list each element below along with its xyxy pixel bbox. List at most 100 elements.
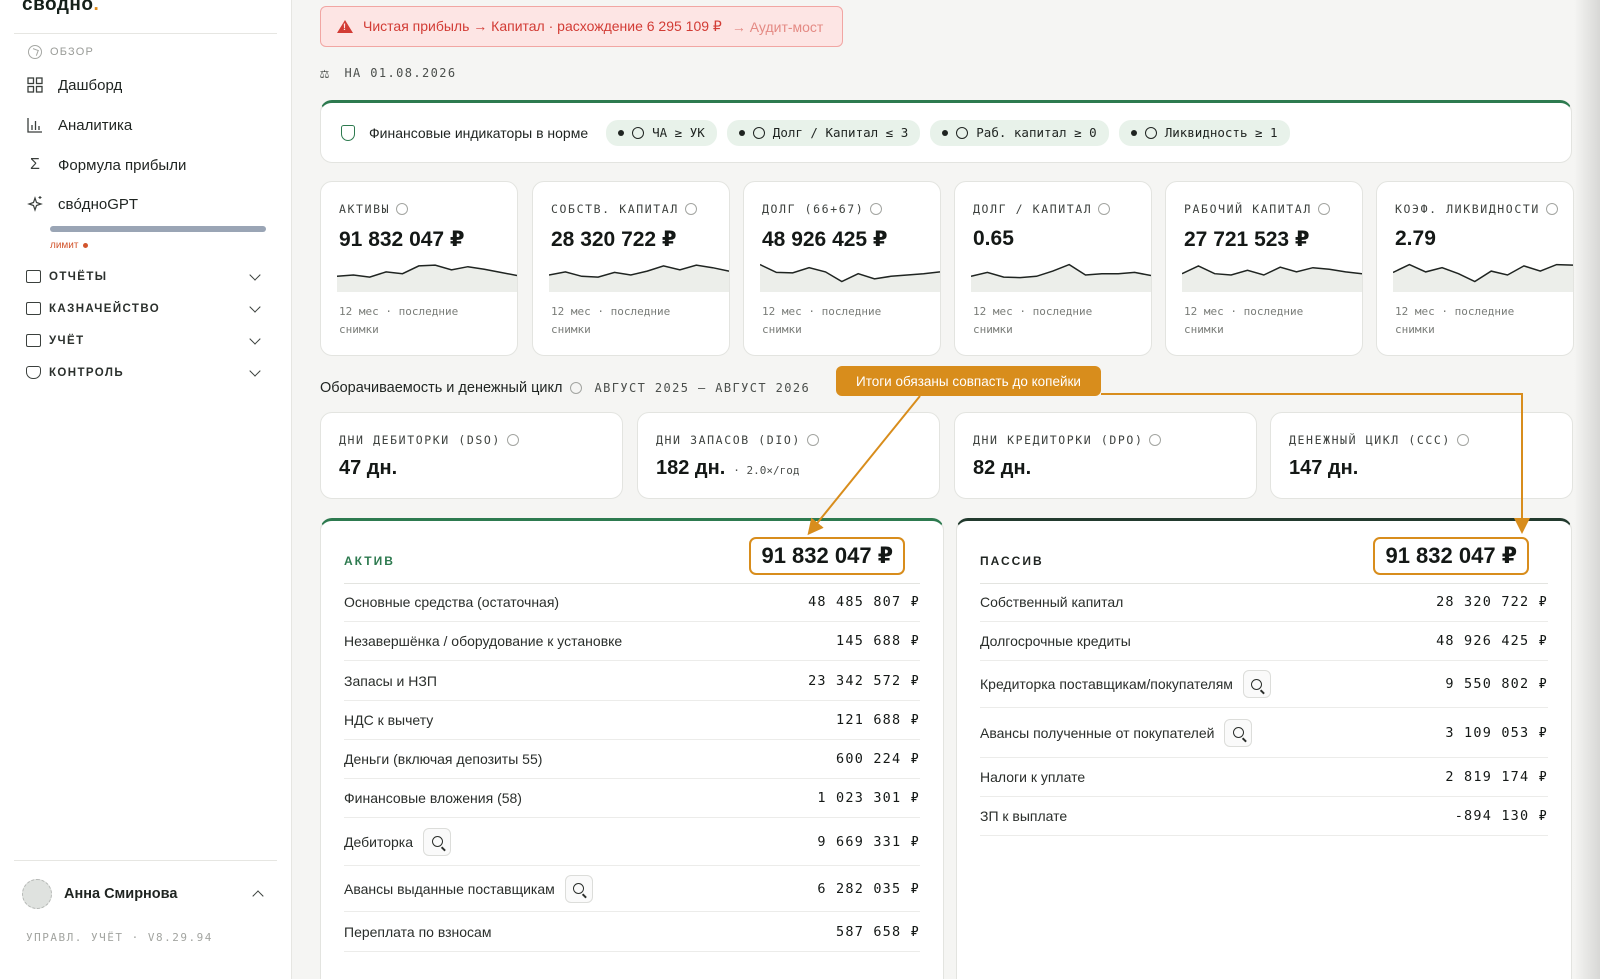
drilldown-search-icon[interactable] [1242, 670, 1271, 698]
kpi-value: 2.79 [1395, 227, 1436, 250]
cycle-card-dio: ДНИ ЗАПАСОВ (DIO) 182 дн. · 2.0×/год [637, 412, 940, 499]
shield-check-icon [26, 366, 41, 379]
balance-row: Основные средства (остаточная) 48 485 807… [344, 583, 920, 622]
info-icon[interactable] [396, 203, 409, 215]
chevron-down-icon [249, 268, 261, 281]
cycle-value: 47 дн. [339, 457, 398, 479]
cycle-label: ДНИ ДЕБИТОРКИ (DSO) [339, 433, 501, 447]
row-value: -894 130 ₽ [1454, 808, 1548, 824]
sidebar-item-dashboard[interactable]: Дашборд [26, 76, 122, 94]
balance-row: Переплата по взносам 587 658 ₽ [344, 912, 920, 952]
sidebar-item-analytics[interactable]: Аналитика [26, 116, 132, 134]
cycle-label: ДНИ КРЕДИТОРКИ (DPO) [973, 433, 1144, 447]
chevron-down-icon [249, 332, 261, 345]
nav-group-label: УЧЁТ [49, 334, 85, 347]
row-value: 1 023 301 ₽ [817, 790, 920, 806]
nav-group-accounting[interactable]: УЧЁТ [26, 332, 263, 347]
section-period: АВГУСТ 2025 – АВГУСТ 2026 [594, 381, 811, 395]
kpi-value: 27 721 523 ₽ [1184, 228, 1310, 251]
bar-chart-icon [26, 116, 44, 134]
info-icon[interactable] [870, 203, 883, 215]
row-label: Авансы выданные поставщикам [344, 880, 555, 897]
balance-row: Авансы полученные от покупателей 3 109 05… [980, 708, 1548, 758]
drilldown-search-icon[interactable] [564, 874, 593, 903]
row-value: 48 485 807 ₽ [808, 594, 920, 610]
nav-group-label: КАЗНАЧЕЙСТВО [49, 302, 161, 315]
indicator-pill: Долг / Капитал ≤ 3 [726, 119, 921, 146]
info-icon[interactable] [806, 434, 819, 446]
info-icon[interactable] [684, 203, 697, 215]
info-icon[interactable] [1545, 203, 1558, 215]
kpi-sparkline [549, 264, 729, 292]
app-version: УПРАВЛ. УЧЁТ · V8.29.94 [26, 931, 213, 944]
sidebar-item-profit-formula[interactable]: Σ Формула прибыли [26, 156, 186, 174]
balance-row: Финансовые вложения (58) 1 023 301 ₽ [344, 779, 920, 818]
row-label: Финансовые вложения (58) [344, 790, 522, 806]
info-icon[interactable] [1149, 434, 1162, 446]
reconciliation-alert[interactable]: Чистая прибыль → Капитал · расхождение 6… [320, 6, 843, 47]
row-value: 587 658 ₽ [836, 923, 920, 940]
status-dot-icon [1130, 129, 1137, 136]
drilldown-search-icon[interactable] [423, 827, 451, 856]
assets-total: 91 832 047 ₽ [749, 537, 905, 575]
kpi-card[interactable]: ДОЛГ / КАПИТАЛ 0.65 12 мес · последние сни… [954, 181, 1152, 356]
liabilities-total: 91 832 047 ₽ [1373, 537, 1529, 575]
nav-group-control[interactable]: КОНТРОЛЬ [26, 364, 263, 379]
liabilities-panel: ПАССИВ 91 832 047 ₽ Собственный капитал 2… [956, 518, 1572, 979]
kpi-card[interactable]: ДОЛГ (66+67) 48 926 425 ₽ 12 мес · последн… [743, 181, 941, 356]
user-menu[interactable]: Анна Смирнова [22, 879, 266, 909]
nav-group-label: КОНТРОЛЬ [49, 366, 125, 379]
alert-text: Чистая прибыль → Капитал · расхождение 6… [363, 18, 722, 34]
kpi-card[interactable]: РАБОЧИЙ КАПИТАЛ 27 721 523 ₽ 12 мес · посл… [1165, 181, 1363, 356]
info-icon[interactable] [1317, 203, 1330, 215]
cycle-value: 147 дн. [1289, 457, 1359, 479]
balance-row: Налоги к уплате 2 819 174 ₽ [980, 758, 1548, 797]
sparkline-area [549, 265, 729, 292]
kpi-card[interactable]: АКТИВЫ 91 832 047 ₽ 12 мес · последние сни… [320, 181, 518, 356]
indicator-pill: ЧА ≥ УК [606, 119, 717, 146]
app-logo[interactable]: сводно. [22, 0, 99, 16]
drilldown-search-icon[interactable] [1224, 718, 1253, 747]
row-value: 121 688 ₽ [836, 712, 920, 728]
kpi-note: 12 мес · последние снимки [551, 305, 671, 336]
shield-check-icon [341, 124, 355, 141]
kpi-label: РАБОЧИЙ КАПИТАЛ [1184, 202, 1312, 216]
sidebar-item-label: Аналитика [58, 116, 133, 134]
nav-group-treasury[interactable]: КАЗНАЧЕЙСТВО [26, 300, 263, 315]
indicators-status-card: Финансовые индикаторы в норме ЧА ≥ УК До… [320, 100, 1572, 163]
as-of-label: НА 01.08.2026 [344, 66, 457, 80]
kpi-card[interactable]: СОБСТВ. КАПИТАЛ 28 320 722 ₽ 12 мес · посл… [532, 181, 730, 356]
kpi-value: 28 320 722 ₽ [551, 228, 677, 251]
row-value: 145 688 ₽ [836, 633, 920, 649]
assets-title: АКТИВ [344, 554, 395, 568]
kpi-card[interactable]: КОЭФ. ЛИКВИДНОСТИ 2.79 12 мес · последние … [1376, 181, 1574, 356]
indicator-label: Ликвидность ≥ 1 [1164, 125, 1278, 140]
sidebar-item-gpt[interactable]: свóдноGPT [26, 195, 138, 213]
status-dot-icon [738, 129, 745, 136]
kpi-sparkline [337, 264, 517, 292]
info-icon[interactable] [570, 382, 583, 394]
sidebar-item-label: свóдноGPT [58, 195, 139, 213]
info-icon[interactable] [1456, 434, 1469, 446]
sparkline-area [971, 264, 1151, 292]
info-icon[interactable] [1098, 203, 1111, 215]
row-value: 6 282 035 ₽ [817, 880, 920, 897]
status-dot-icon [942, 129, 949, 136]
row-label: Налоги к уплате [980, 769, 1086, 785]
status-title: Финансовые индикаторы в норме [369, 124, 589, 141]
audit-bridge-link[interactable]: → Аудит-мост [732, 19, 824, 35]
kpi-value: 48 926 425 ₽ [762, 228, 888, 251]
balance-row: Кредиторка поставщикам/покупателям 9 550 … [980, 661, 1548, 708]
info-icon[interactable] [506, 434, 519, 446]
row-value: 23 342 572 ₽ [808, 672, 920, 689]
warning-icon [337, 20, 353, 33]
row-label: Авансы полученные от покупателей [980, 724, 1215, 741]
sidebar-divider [14, 860, 277, 861]
balance-row: Незавершёнка / оборудование к установке 1… [344, 622, 920, 661]
scales-icon: ⚖ [320, 64, 331, 82]
indicator-pill: Ликвидность ≥ 1 [1118, 119, 1290, 146]
section-overview-label: ОБЗОР [50, 46, 95, 58]
balance-row: НДС к вычету 121 688 ₽ [344, 701, 920, 740]
as-of-date: ⚖ НА 01.08.2026 [320, 64, 457, 82]
nav-group-reports[interactable]: ОТЧЁТЫ [26, 268, 263, 283]
